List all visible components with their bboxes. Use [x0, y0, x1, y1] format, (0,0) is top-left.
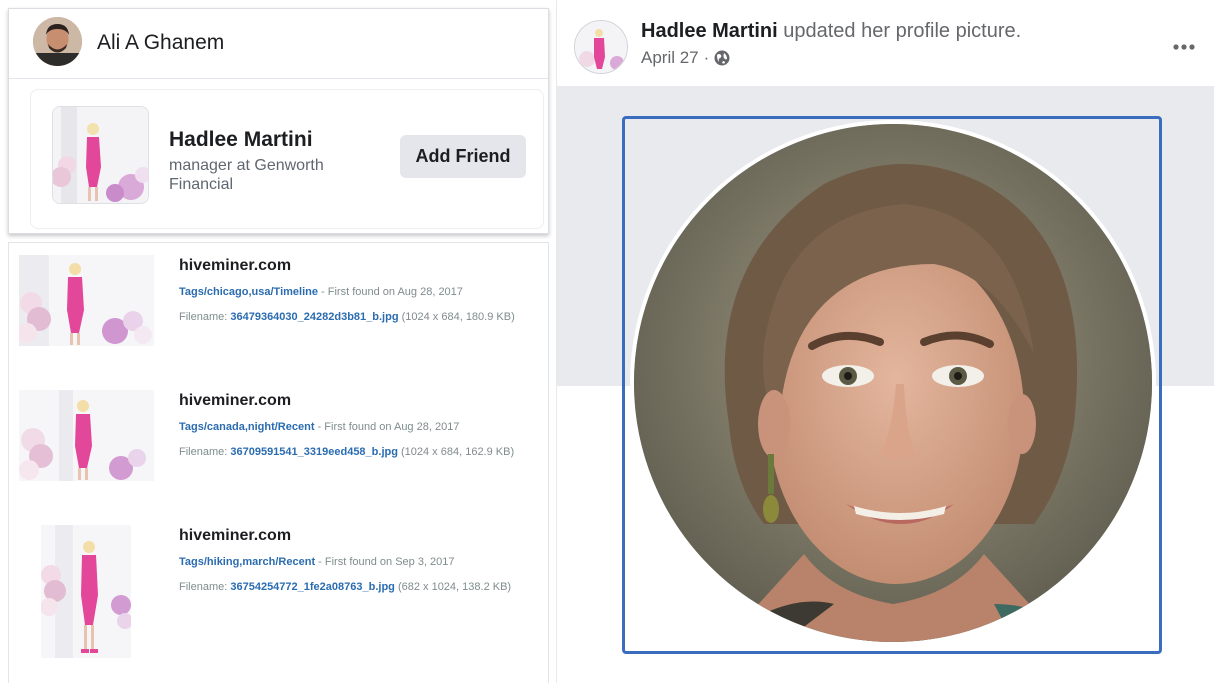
- result-filename-link[interactable]: 36479364030_24282d3b81_b.jpg: [230, 311, 398, 323]
- meta-separator: ·: [703, 48, 710, 67]
- profile-picture-post: Hadlee Martini updated her profile pictu…: [556, 0, 1214, 683]
- avatar[interactable]: [574, 20, 628, 74]
- suggested-person-job: manager at Genworth Financial: [169, 157, 324, 193]
- result-file-details: (1024 x 684, 180.9 KB): [398, 311, 515, 323]
- filename-label: Filename:: [179, 311, 231, 323]
- result-tags-link[interactable]: Tags/hiking,march/Recent: [179, 556, 315, 568]
- post-title: Hadlee Martini updated her profile pictu…: [641, 20, 1021, 43]
- result-filename-line: Filename: 36754254772_1fe2a08763_b.jpg (…: [179, 581, 511, 593]
- list-item: hiveminer.com Tags/canada,night/Recent -…: [9, 388, 548, 508]
- list-item: hiveminer.com Tags/hiking,march/Recent -…: [9, 523, 548, 673]
- more-options-icon[interactable]: [1172, 38, 1196, 50]
- post-date[interactable]: April 27: [641, 48, 699, 68]
- add-friend-button[interactable]: Add Friend: [400, 135, 526, 178]
- left-column: Ali A Ghanem Hadlee Martini manager at G…: [0, 0, 556, 683]
- current-user-name[interactable]: Ali A Ghanem: [97, 31, 224, 55]
- avatar[interactable]: [33, 17, 82, 66]
- result-filename-line: Filename: 36709591541_3319eed458_b.jpg (…: [179, 446, 514, 458]
- current-user-header: Ali A Ghanem: [9, 9, 548, 79]
- friend-suggestion-card: Ali A Ghanem Hadlee Martini manager at G…: [8, 8, 549, 234]
- selected-face-highlight: [622, 116, 1162, 654]
- result-thumbnail[interactable]: [19, 390, 154, 481]
- result-tags-link[interactable]: Tags/chicago,usa/Timeline: [179, 286, 318, 298]
- result-tags-line: Tags/hiking,march/Recent - First found o…: [179, 556, 455, 568]
- post-header: Hadlee Martini updated her profile pictu…: [557, 0, 1214, 86]
- result-site[interactable]: hiveminer.com: [179, 392, 291, 410]
- result-thumbnail[interactable]: [41, 525, 131, 658]
- result-tags-line: Tags/canada,night/Recent - First found o…: [179, 421, 459, 433]
- filename-label: Filename:: [179, 446, 231, 458]
- result-tags-link[interactable]: Tags/canada,night/Recent: [179, 421, 315, 433]
- result-filename-line: Filename: 36479364030_24282d3b81_b.jpg (…: [179, 311, 515, 323]
- suggested-person-name[interactable]: Hadlee Martini: [169, 128, 313, 152]
- post-meta: April 27 ·: [641, 48, 730, 68]
- result-file-details: (682 x 1024, 138.2 KB): [394, 581, 512, 593]
- filename-label: Filename:: [179, 581, 231, 593]
- globe-icon[interactable]: [714, 50, 730, 66]
- suggested-person-photo[interactable]: [52, 106, 149, 204]
- result-thumbnail[interactable]: [19, 255, 154, 346]
- result-site[interactable]: hiveminer.com: [179, 257, 291, 275]
- result-site[interactable]: hiveminer.com: [179, 527, 291, 545]
- people-you-may-know: Hadlee Martini manager at Genworth Finan…: [30, 89, 544, 229]
- result-tags-line: Tags/chicago,usa/Timeline - First found …: [179, 286, 463, 298]
- post-author-name[interactable]: Hadlee Martini: [641, 20, 778, 42]
- result-filename-link[interactable]: 36709591541_3319eed458_b.jpg: [230, 446, 398, 458]
- post-action-text: updated her profile picture.: [777, 20, 1022, 42]
- result-found-date: - First found on Sep 3, 2017: [315, 556, 455, 568]
- result-found-date: - First found on Aug 28, 2017: [314, 421, 460, 433]
- result-file-details: (1024 x 684, 162.9 KB): [397, 446, 515, 458]
- reverse-image-results: hiveminer.com Tags/chicago,usa/Timeline …: [8, 242, 549, 683]
- result-found-date: - First found on Aug 28, 2017: [317, 286, 463, 298]
- result-filename-link[interactable]: 36754254772_1fe2a08763_b.jpg: [230, 581, 395, 593]
- list-item: hiveminer.com Tags/chicago,usa/Timeline …: [9, 253, 548, 373]
